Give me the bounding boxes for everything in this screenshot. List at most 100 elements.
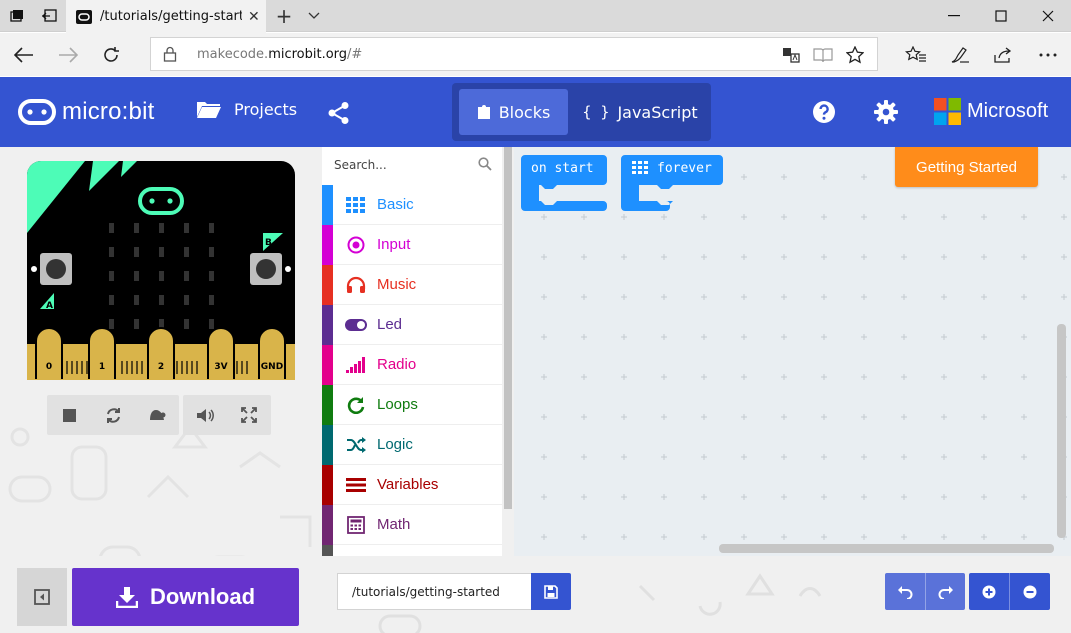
- active-tab[interactable]: /tutorials/getting-starte ✕: [66, 0, 266, 33]
- button-a-label: A: [46, 301, 53, 311]
- category-label: Led: [377, 316, 403, 333]
- new-tab-button[interactable]: +: [270, 0, 298, 32]
- pen-notes-icon[interactable]: [942, 37, 978, 73]
- editor-toggle: Blocks { } JavaScript: [452, 83, 711, 141]
- getting-started-button[interactable]: Getting Started: [895, 147, 1038, 187]
- microsoft-logo-icon: [934, 98, 961, 125]
- stop-icon[interactable]: [47, 395, 91, 435]
- simulator-controls: [47, 395, 271, 435]
- gear-icon[interactable]: [873, 99, 899, 129]
- collapse-icon: [34, 589, 50, 605]
- save-icon: [544, 584, 558, 599]
- javascript-tab[interactable]: { } JavaScript: [576, 89, 704, 135]
- zoom-group: [969, 573, 1050, 610]
- category-label: Input: [377, 236, 411, 253]
- search-icon[interactable]: [478, 157, 492, 171]
- projects-button[interactable]: Projects: [196, 99, 297, 119]
- favorite-star-icon[interactable]: [845, 46, 865, 64]
- category-label: Math: [377, 516, 411, 533]
- undo-redo-group: [885, 573, 965, 610]
- blocks-workspace[interactable]: on start forever Getting Started: [514, 147, 1071, 556]
- tab-close-icon[interactable]: ✕: [248, 9, 260, 25]
- blocks-tab[interactable]: Blocks: [459, 89, 568, 135]
- more-icon[interactable]: [1030, 37, 1066, 73]
- category-logic[interactable]: Logic: [322, 424, 502, 465]
- category-label: Loops: [377, 396, 418, 413]
- category-label: Logic: [377, 436, 413, 453]
- maximize-icon[interactable]: [978, 0, 1024, 32]
- toolbox-scroll-thumb[interactable]: [504, 147, 512, 509]
- workspace-vertical-scrollbar[interactable]: [1057, 324, 1066, 538]
- calculator-icon: [344, 515, 368, 534]
- refresh-icon: [344, 396, 368, 414]
- minimize-icon[interactable]: [931, 0, 977, 32]
- grid-icon: [632, 161, 648, 174]
- fullscreen-icon[interactable]: [227, 395, 271, 435]
- address-url: makecode.microbit.org/#: [197, 47, 363, 62]
- microbit-logo-icon: [18, 99, 56, 125]
- grid-icon: [344, 196, 368, 213]
- slow-motion-snail-icon[interactable]: [135, 395, 179, 435]
- microbit-board[interactable]: A B 0 1 2 3V GND: [27, 161, 295, 380]
- toolbox-scrollbar[interactable]: [502, 147, 514, 556]
- collapse-simulator-button[interactable]: [17, 568, 67, 626]
- back-arrow-icon[interactable]: [6, 37, 42, 73]
- favorites-hub-icon[interactable]: [898, 37, 934, 73]
- browser-nav-bar: makecode.microbit.org/#: [0, 33, 1071, 76]
- forward-arrow-icon[interactable]: [50, 37, 86, 73]
- microbit-logo[interactable]: micro:bit: [18, 98, 154, 126]
- microsoft-label: Microsoft: [967, 100, 1049, 122]
- toggle-icon: [344, 318, 368, 331]
- headphones-icon: [344, 276, 368, 294]
- target-icon: [344, 236, 368, 254]
- set-tabs-aside-icon[interactable]: [32, 0, 66, 32]
- javascript-label: JavaScript: [617, 102, 698, 122]
- window-close-icon[interactable]: [1025, 0, 1071, 32]
- category-loops[interactable]: Loops: [322, 384, 502, 425]
- browser-tab-strip: /tutorials/getting-starte ✕ +: [0, 0, 1071, 33]
- category-radio[interactable]: Radio: [322, 344, 502, 385]
- button-b-label: B: [265, 238, 272, 248]
- category-led[interactable]: Led: [322, 304, 502, 345]
- category-label: Radio: [377, 356, 417, 373]
- list-icon: [344, 477, 368, 493]
- share-project-icon[interactable]: [327, 101, 351, 129]
- category-input[interactable]: Input: [322, 224, 502, 265]
- projects-label: Projects: [234, 99, 298, 119]
- tab-actions-icon[interactable]: [0, 0, 34, 32]
- search-input[interactable]: [334, 155, 474, 175]
- undo-icon[interactable]: [885, 573, 925, 610]
- toolbox: Basic Input Music Led Radio Loops Logic …: [322, 147, 502, 556]
- category-basic[interactable]: Basic: [322, 184, 502, 225]
- bottom-bar: Download: [0, 556, 1071, 633]
- download-button[interactable]: Download: [72, 568, 299, 626]
- blocks-label: Blocks: [498, 102, 551, 122]
- translate-icon[interactable]: [781, 46, 801, 64]
- signal-bars-icon: [344, 356, 368, 373]
- shuffle-icon: [344, 436, 368, 453]
- zoom-in-icon[interactable]: [969, 573, 1009, 610]
- category-math[interactable]: Math: [322, 504, 502, 545]
- help-icon[interactable]: [812, 100, 836, 128]
- pin-1-label: 1: [99, 362, 105, 372]
- category-label: Variables: [377, 476, 439, 493]
- category-label: Basic: [377, 196, 414, 213]
- microsoft-brand[interactable]: Microsoft: [934, 98, 1048, 125]
- save-button[interactable]: [531, 573, 571, 610]
- address-bar[interactable]: makecode.microbit.org/#: [150, 37, 878, 71]
- project-name-input[interactable]: [337, 573, 531, 610]
- workspace-horizontal-scrollbar[interactable]: [719, 544, 1054, 553]
- forever-label: forever: [657, 161, 712, 176]
- redo-icon[interactable]: [925, 573, 965, 610]
- reading-view-icon[interactable]: [813, 46, 833, 64]
- share-icon[interactable]: [985, 37, 1021, 73]
- category-music[interactable]: Music: [322, 264, 502, 305]
- refresh-icon[interactable]: [93, 37, 129, 73]
- volume-icon[interactable]: [183, 395, 227, 435]
- tab-title: /tutorials/getting-starte: [100, 9, 242, 24]
- chevron-down-icon[interactable]: [300, 0, 328, 32]
- restart-icon[interactable]: [91, 395, 135, 435]
- zoom-out-icon[interactable]: [1009, 573, 1049, 610]
- category-variables[interactable]: Variables: [322, 464, 502, 505]
- puzzle-icon: [477, 105, 490, 119]
